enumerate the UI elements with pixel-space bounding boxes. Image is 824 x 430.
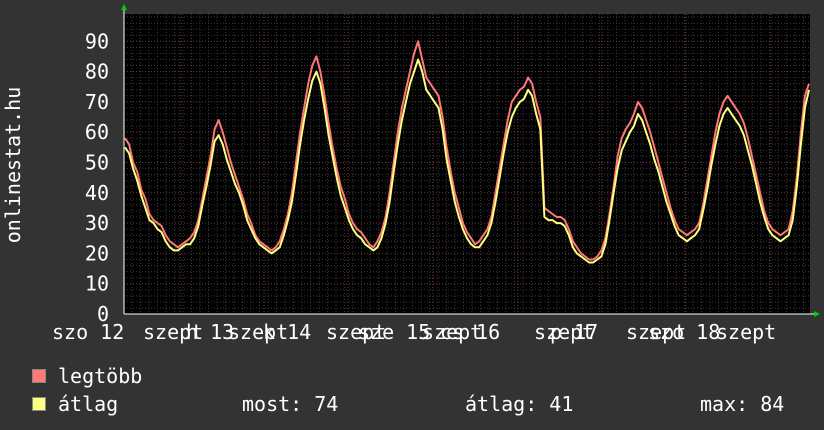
- legend-item-max: legtöbb: [32, 362, 142, 390]
- y-tick-label: 80: [85, 60, 109, 84]
- y-tick-labels: 0102030405060708090: [85, 29, 109, 326]
- y-tick-label: 10: [85, 272, 109, 296]
- y-tick-label: 30: [85, 211, 109, 235]
- y-tick-label: 20: [85, 241, 109, 265]
- legend-item-avg: átlag: [32, 390, 142, 418]
- x-tick-label: szo 18: [648, 320, 720, 344]
- x-tick-label: szept: [716, 320, 776, 344]
- y-tick-label: 70: [85, 90, 109, 114]
- y-axis-arrow: [121, 4, 127, 10]
- stat-average-value: 41: [549, 392, 574, 416]
- y-tick-label: 90: [85, 29, 109, 53]
- x-tick-label: cs 16: [440, 320, 500, 344]
- y-tick-label: 60: [85, 120, 109, 144]
- x-tick-labels: szo 12 szepth 13szeptk 14 szeptsze 15szept…: [52, 320, 776, 344]
- legend-label-avg: átlag: [58, 392, 119, 416]
- stat-current: most: 74: [242, 390, 338, 418]
- y-tick-label: 50: [85, 150, 109, 174]
- stat-max-label: max:: [700, 392, 749, 416]
- legend-label-max: legtöbb: [58, 364, 143, 388]
- y-axis-label: onlinestat.hu: [1, 87, 25, 244]
- legend-swatch-avg: [32, 397, 46, 411]
- x-tick-label: sze 15: [358, 320, 430, 344]
- stat-average: átlag: 41: [465, 390, 573, 418]
- stat-current-label: most:: [242, 392, 303, 416]
- x-axis-arrow: [814, 311, 820, 317]
- x-tick-label: szo 12: [52, 320, 124, 344]
- stat-average-label: átlag:: [465, 392, 538, 416]
- stat-max-value: 84: [760, 392, 785, 416]
- x-tick-label: k 14: [263, 320, 311, 344]
- y-tick-label: 40: [85, 181, 109, 205]
- x-tick-label: h 13: [186, 320, 234, 344]
- x-tick-label: p 17: [550, 320, 598, 344]
- stat-max: max: 84: [700, 390, 784, 418]
- stat-current-value: 74: [314, 392, 339, 416]
- legend-swatch-max: [32, 369, 46, 383]
- legend: legtöbb átlag: [32, 362, 142, 418]
